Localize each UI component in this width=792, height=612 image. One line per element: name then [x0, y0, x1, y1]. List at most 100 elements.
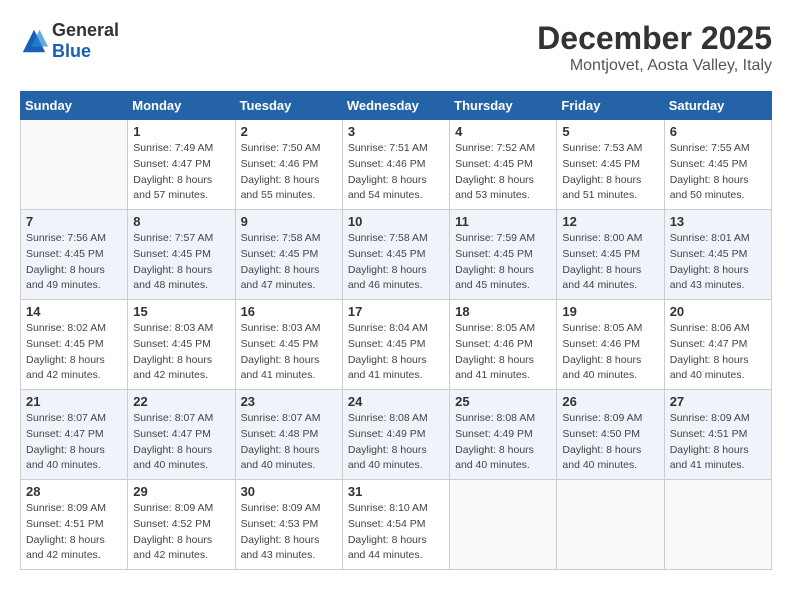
calendar-day-cell: 18 Sunrise: 8:05 AM Sunset: 4:46 PM Dayli…	[450, 300, 557, 390]
calendar-day-cell	[450, 480, 557, 570]
logo-blue-text: Blue	[52, 41, 91, 61]
day-info: Sunrise: 8:09 AM Sunset: 4:53 PM Dayligh…	[241, 501, 337, 564]
day-info: Sunrise: 7:58 AM Sunset: 4:45 PM Dayligh…	[241, 231, 337, 294]
day-number: 20	[670, 304, 766, 319]
day-of-week-header: Tuesday	[235, 92, 342, 120]
day-number: 3	[348, 124, 444, 139]
day-info: Sunrise: 8:09 AM Sunset: 4:50 PM Dayligh…	[562, 411, 658, 474]
calendar-day-cell	[21, 120, 128, 210]
calendar-day-cell: 19Sunrise: 8:05 AM Sunset: 4:46 PM Dayli…	[557, 300, 664, 390]
day-of-week-header: Monday	[128, 92, 235, 120]
day-info: Sunrise: 7:59 AM Sunset: 4:45 PM Dayligh…	[455, 231, 551, 294]
logo-icon	[20, 27, 48, 55]
day-info: Sunrise: 8:05 AM Sunset: 4:46 PM Dayligh…	[455, 321, 551, 384]
day-of-week-header: Thursday	[450, 92, 557, 120]
calendar-day-cell: 17Sunrise: 8:04 AM Sunset: 4:45 PM Dayli…	[342, 300, 449, 390]
day-info: Sunrise: 7:56 AM Sunset: 4:45 PM Dayligh…	[26, 231, 122, 294]
calendar-day-cell	[557, 480, 664, 570]
day-info: Sunrise: 7:57 AM Sunset: 4:45 PM Dayligh…	[133, 231, 229, 294]
calendar-day-cell: 29 Sunrise: 8:09 AM Sunset: 4:52 PM Dayli…	[128, 480, 235, 570]
day-number: 15	[133, 304, 229, 319]
location-title: Montjovet, Aosta Valley, Italy	[537, 57, 772, 75]
calendar-day-cell: 2 Sunrise: 7:50 AM Sunset: 4:46 PM Daylig…	[235, 120, 342, 210]
title-area: December 2025 Montjovet, Aosta Valley, I…	[537, 20, 772, 75]
calendar-header-row: SundayMondayTuesdayWednesdayThursdayFrid…	[21, 92, 772, 120]
day-number: 17	[348, 304, 444, 319]
calendar-day-cell: 14 Sunrise: 8:02 AM Sunset: 4:45 PM Dayli…	[21, 300, 128, 390]
calendar-day-cell: 3 Sunrise: 7:51 AM Sunset: 4:46 PM Daylig…	[342, 120, 449, 210]
calendar-day-cell: 27 Sunrise: 8:09 AM Sunset: 4:51 PM Dayli…	[664, 390, 771, 480]
day-of-week-header: Saturday	[664, 92, 771, 120]
day-number: 31	[348, 484, 444, 499]
calendar-day-cell: 24 Sunrise: 8:08 AM Sunset: 4:49 PM Dayli…	[342, 390, 449, 480]
day-of-week-header: Wednesday	[342, 92, 449, 120]
day-info: Sunrise: 8:02 AM Sunset: 4:45 PM Dayligh…	[26, 321, 122, 384]
calendar-day-cell: 15 Sunrise: 8:03 AM Sunset: 4:45 PM Dayli…	[128, 300, 235, 390]
day-of-week-header: Sunday	[21, 92, 128, 120]
calendar-week-row: 1 Sunrise: 7:49 AM Sunset: 4:47 PM Daylig…	[21, 120, 772, 210]
day-number: 30	[241, 484, 337, 499]
day-info: Sunrise: 7:52 AM Sunset: 4:45 PM Dayligh…	[455, 141, 551, 204]
calendar-day-cell: 5Sunrise: 7:53 AM Sunset: 4:45 PM Daylig…	[557, 120, 664, 210]
day-number: 14	[26, 304, 122, 319]
calendar-day-cell: 21 Sunrise: 8:07 AM Sunset: 4:47 PM Dayli…	[21, 390, 128, 480]
calendar-day-cell: 25 Sunrise: 8:08 AM Sunset: 4:49 PM Dayli…	[450, 390, 557, 480]
calendar-day-cell: 13 Sunrise: 8:01 AM Sunset: 4:45 PM Dayli…	[664, 210, 771, 300]
day-info: Sunrise: 8:07 AM Sunset: 4:48 PM Dayligh…	[241, 411, 337, 474]
day-number: 6	[670, 124, 766, 139]
day-info: Sunrise: 8:08 AM Sunset: 4:49 PM Dayligh…	[455, 411, 551, 474]
day-number: 23	[241, 394, 337, 409]
day-number: 12	[562, 214, 658, 229]
day-info: Sunrise: 7:49 AM Sunset: 4:47 PM Dayligh…	[133, 141, 229, 204]
day-number: 21	[26, 394, 122, 409]
calendar-day-cell: 20Sunrise: 8:06 AM Sunset: 4:47 PM Dayli…	[664, 300, 771, 390]
day-number: 19	[562, 304, 658, 319]
day-number: 9	[241, 214, 337, 229]
day-number: 2	[241, 124, 337, 139]
day-of-week-header: Friday	[557, 92, 664, 120]
calendar-day-cell: 31 Sunrise: 8:10 AM Sunset: 4:54 PM Dayli…	[342, 480, 449, 570]
day-number: 8	[133, 214, 229, 229]
day-number: 1	[133, 124, 229, 139]
day-number: 28	[26, 484, 122, 499]
day-number: 13	[670, 214, 766, 229]
day-number: 24	[348, 394, 444, 409]
day-number: 4	[455, 124, 551, 139]
day-info: Sunrise: 8:01 AM Sunset: 4:45 PM Dayligh…	[670, 231, 766, 294]
day-info: Sunrise: 8:07 AM Sunset: 4:47 PM Dayligh…	[26, 411, 122, 474]
day-number: 25	[455, 394, 551, 409]
day-info: Sunrise: 8:00 AM Sunset: 4:45 PM Dayligh…	[562, 231, 658, 294]
day-info: Sunrise: 8:03 AM Sunset: 4:45 PM Dayligh…	[133, 321, 229, 384]
day-info: Sunrise: 8:09 AM Sunset: 4:51 PM Dayligh…	[670, 411, 766, 474]
calendar-week-row: 28Sunrise: 8:09 AM Sunset: 4:51 PM Dayli…	[21, 480, 772, 570]
calendar-day-cell: 12 Sunrise: 8:00 AM Sunset: 4:45 PM Dayli…	[557, 210, 664, 300]
day-info: Sunrise: 8:10 AM Sunset: 4:54 PM Dayligh…	[348, 501, 444, 564]
calendar-week-row: 14 Sunrise: 8:02 AM Sunset: 4:45 PM Dayli…	[21, 300, 772, 390]
calendar-day-cell: 28Sunrise: 8:09 AM Sunset: 4:51 PM Dayli…	[21, 480, 128, 570]
logo-general-text: General	[52, 20, 119, 40]
calendar-day-cell: 26 Sunrise: 8:09 AM Sunset: 4:50 PM Dayli…	[557, 390, 664, 480]
day-number: 26	[562, 394, 658, 409]
day-info: Sunrise: 7:50 AM Sunset: 4:46 PM Dayligh…	[241, 141, 337, 204]
day-number: 11	[455, 214, 551, 229]
calendar-day-cell: 10Sunrise: 7:58 AM Sunset: 4:45 PM Dayli…	[342, 210, 449, 300]
calendar-day-cell: 8 Sunrise: 7:57 AM Sunset: 4:45 PM Daylig…	[128, 210, 235, 300]
calendar-day-cell: 23 Sunrise: 8:07 AM Sunset: 4:48 PM Dayli…	[235, 390, 342, 480]
day-info: Sunrise: 8:09 AM Sunset: 4:52 PM Dayligh…	[133, 501, 229, 564]
calendar-day-cell: 16Sunrise: 8:03 AM Sunset: 4:45 PM Dayli…	[235, 300, 342, 390]
day-number: 18	[455, 304, 551, 319]
day-info: Sunrise: 8:08 AM Sunset: 4:49 PM Dayligh…	[348, 411, 444, 474]
day-number: 22	[133, 394, 229, 409]
calendar-day-cell	[664, 480, 771, 570]
calendar-week-row: 7 Sunrise: 7:56 AM Sunset: 4:45 PM Daylig…	[21, 210, 772, 300]
day-info: Sunrise: 7:51 AM Sunset: 4:46 PM Dayligh…	[348, 141, 444, 204]
day-number: 27	[670, 394, 766, 409]
day-number: 7	[26, 214, 122, 229]
calendar-day-cell: 30 Sunrise: 8:09 AM Sunset: 4:53 PM Dayli…	[235, 480, 342, 570]
day-number: 5	[562, 124, 658, 139]
calendar-day-cell: 22 Sunrise: 8:07 AM Sunset: 4:47 PM Dayli…	[128, 390, 235, 480]
logo: General Blue	[20, 20, 119, 62]
day-number: 29	[133, 484, 229, 499]
calendar-day-cell: 6Sunrise: 7:55 AM Sunset: 4:45 PM Daylig…	[664, 120, 771, 210]
day-info: Sunrise: 8:07 AM Sunset: 4:47 PM Dayligh…	[133, 411, 229, 474]
